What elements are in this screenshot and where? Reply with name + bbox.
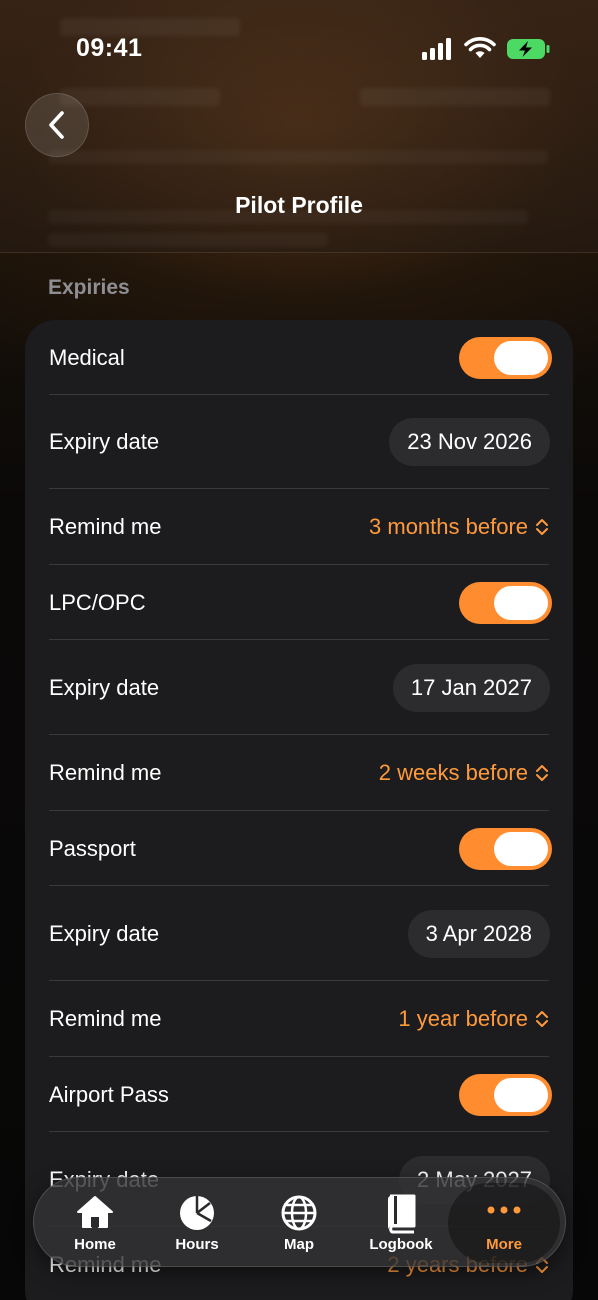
tab-home[interactable]: Home bbox=[44, 1178, 146, 1268]
remind-value: 1 year before bbox=[398, 1006, 528, 1031]
back-button[interactable] bbox=[25, 93, 89, 157]
expiry-date-label: Expiry date bbox=[49, 920, 160, 946]
remind-value: 2 weeks before bbox=[378, 760, 528, 785]
tab-label: More bbox=[486, 1236, 522, 1253]
tab-bar: Home Hours Map Logbook More bbox=[33, 1177, 566, 1267]
passport-remind-picker[interactable]: 1 year before bbox=[398, 1006, 549, 1032]
expiry-name: Medical bbox=[49, 344, 125, 370]
expiry-date-row-lpc-opc: Expiry date 17 Jan 2027 bbox=[25, 640, 573, 735]
status-time: 09:41 bbox=[76, 34, 143, 62]
chevron-up-down-icon bbox=[536, 1011, 548, 1027]
wifi-icon bbox=[464, 37, 496, 58]
medical-toggle[interactable] bbox=[459, 336, 552, 379]
cellular-signal-icon bbox=[422, 38, 451, 60]
battery-charging-icon bbox=[507, 39, 550, 59]
chevron-up-down-icon bbox=[536, 519, 548, 535]
remind-row-lpc-opc: Remind me 2 weeks before bbox=[25, 735, 573, 811]
lpc-opc-expiry-date-picker[interactable]: 17 Jan 2027 bbox=[392, 663, 550, 712]
remind-label: Remind me bbox=[49, 514, 162, 539]
passport-expiry-date-picker[interactable]: 3 Apr 2028 bbox=[407, 909, 550, 958]
globe-icon bbox=[281, 1195, 317, 1231]
tab-logbook[interactable]: Logbook bbox=[350, 1178, 452, 1268]
expiry-date-label: Expiry date bbox=[49, 674, 160, 700]
expiry-toggle-row-medical: Medical bbox=[25, 320, 573, 395]
tab-label: Home bbox=[74, 1236, 116, 1253]
tab-more[interactable]: More bbox=[448, 1183, 560, 1263]
chevron-left-icon bbox=[49, 111, 64, 139]
remind-label: Remind me bbox=[49, 1006, 162, 1031]
tab-hours[interactable]: Hours bbox=[146, 1178, 248, 1268]
expiry-toggle-row-airport-pass: Airport Pass bbox=[25, 1057, 573, 1132]
tab-label: Logbook bbox=[369, 1236, 433, 1253]
ellipsis-icon bbox=[487, 1206, 521, 1214]
lpc-opc-remind-picker[interactable]: 2 weeks before bbox=[379, 760, 549, 786]
tab-map[interactable]: Map bbox=[248, 1178, 350, 1268]
expiry-date-row-passport: Expiry date 3 Apr 2028 bbox=[25, 886, 573, 981]
tab-label: Map bbox=[284, 1236, 314, 1253]
section-header-expiries: Expiries bbox=[48, 276, 130, 299]
pie-chart-icon bbox=[180, 1196, 214, 1230]
tab-label: Hours bbox=[175, 1236, 219, 1253]
remind-value: 3 months before bbox=[369, 514, 528, 539]
expiry-date-row-medical: Expiry date 23 Nov 2026 bbox=[25, 395, 573, 489]
airport-pass-toggle[interactable] bbox=[459, 1073, 552, 1116]
medical-expiry-date-picker[interactable]: 23 Nov 2026 bbox=[389, 418, 550, 466]
status-bar: 09:41 bbox=[0, 0, 598, 96]
expiries-card: Medical Expiry date 23 Nov 2026 Remind m… bbox=[25, 320, 573, 1300]
house-icon bbox=[77, 1196, 113, 1228]
expiry-date-label: Expiry date bbox=[49, 429, 160, 454]
chevron-up-down-icon bbox=[536, 765, 548, 781]
expiry-name: Passport bbox=[49, 835, 136, 861]
expiry-toggle-row-lpc-opc: LPC/OPC bbox=[25, 565, 573, 640]
expiry-name: Airport Pass bbox=[49, 1081, 169, 1107]
remind-label: Remind me bbox=[49, 760, 162, 785]
expiry-name: LPC/OPC bbox=[49, 589, 146, 615]
remind-row-passport: Remind me 1 year before bbox=[25, 981, 573, 1057]
medical-remind-picker[interactable]: 3 months before bbox=[369, 514, 549, 540]
book-icon bbox=[387, 1194, 416, 1234]
expiry-toggle-row-passport: Passport bbox=[25, 811, 573, 886]
lpc-opc-toggle[interactable] bbox=[459, 581, 552, 624]
passport-toggle[interactable] bbox=[459, 827, 552, 870]
remind-row-medical: Remind me 3 months before bbox=[25, 489, 573, 565]
page-title: Pilot Profile bbox=[235, 192, 363, 218]
